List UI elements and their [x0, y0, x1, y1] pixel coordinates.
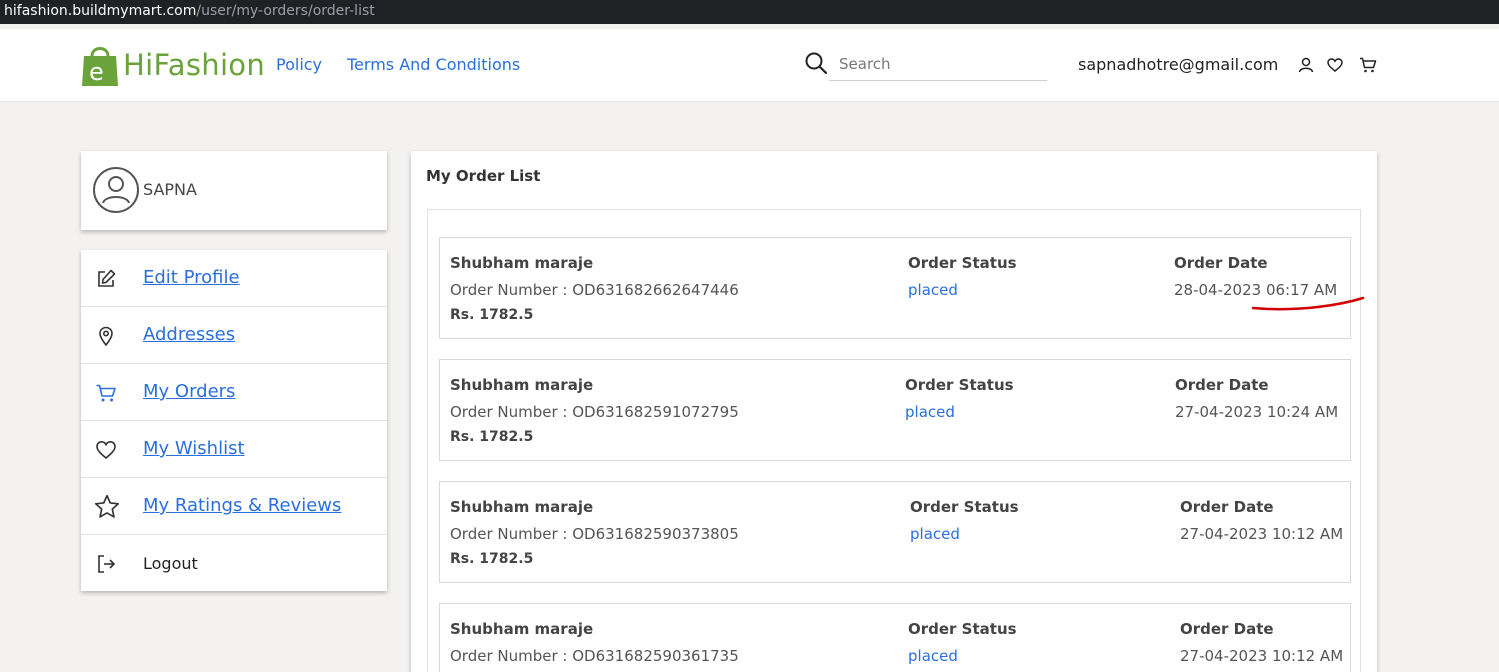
- menu-item-edit-profile[interactable]: Edit Profile: [81, 250, 387, 307]
- url-path: /user/my-orders/order-list: [196, 3, 375, 19]
- order-date-value: 27-04-2023 10:24 AM: [1175, 403, 1339, 421]
- search-input[interactable]: [829, 48, 1047, 81]
- order-status-value: placed: [910, 525, 960, 543]
- page-title: My Order List: [426, 167, 541, 185]
- order-date-label: Order Date: [1180, 498, 1274, 516]
- order-status-label: Order Status: [905, 376, 1014, 394]
- order-customer-name: Shubham maraje: [450, 498, 594, 516]
- cart-icon[interactable]: [1359, 56, 1377, 74]
- avatar-icon: [93, 167, 139, 213]
- order-status-label: Order Status: [908, 620, 1017, 638]
- account-menu: Edit Profile Addresses My Orders My Wish…: [81, 250, 387, 591]
- order-customer-name: Shubham maraje: [450, 376, 594, 394]
- order-date-value: 28-04-2023 06:17 AM: [1174, 281, 1338, 299]
- logout-icon: [98, 555, 116, 573]
- heart-icon: [96, 440, 116, 460]
- order-card[interactable]: Shubham maraje Order Number : OD63168259…: [439, 603, 1351, 672]
- order-date-label: Order Date: [1174, 254, 1268, 272]
- profile-card: SAPNA: [81, 151, 387, 230]
- nav-policy-link[interactable]: Policy: [276, 55, 322, 74]
- order-status-value: placed: [908, 281, 958, 299]
- order-date-label: Order Date: [1175, 376, 1269, 394]
- order-date-value: 27-04-2023 10:12 AM: [1180, 525, 1344, 543]
- order-date-label: Order Date: [1180, 620, 1274, 638]
- menu-label[interactable]: Edit Profile: [143, 267, 240, 288]
- order-list-panel: My Order List Shubham maraje Order Numbe…: [411, 151, 1377, 672]
- order-number: Order Number : OD631682590373805: [450, 525, 739, 543]
- user-icon[interactable]: [1297, 56, 1315, 74]
- menu-item-logout[interactable]: Logout: [81, 535, 387, 592]
- star-icon: [94, 494, 120, 518]
- browser-url-bar[interactable]: hifashion.buildmymart.com/user/my-orders…: [0, 0, 1499, 24]
- order-card[interactable]: Shubham maraje Order Number : OD63168259…: [439, 481, 1351, 583]
- order-number: Order Number : OD631682590361735: [450, 647, 739, 665]
- user-email: sapnadhotre@gmail.com: [1078, 55, 1279, 74]
- location-pin-icon: [99, 326, 113, 347]
- order-status-label: Order Status: [910, 498, 1019, 516]
- order-customer-name: Shubham maraje: [450, 254, 594, 272]
- order-customer-name: Shubham maraje: [450, 620, 594, 638]
- order-amount: Rs. 1782.5: [450, 551, 534, 567]
- order-number: Order Number : OD631682591072795: [450, 403, 739, 421]
- profile-name: SAPNA: [143, 180, 197, 199]
- site-logo[interactable]: e HiFashion: [80, 41, 265, 89]
- site-header: e HiFashion Policy Terms And Conditions …: [0, 29, 1499, 102]
- menu-label[interactable]: My Ratings & Reviews: [143, 495, 341, 516]
- shopping-bag-logo-icon: e: [82, 47, 118, 86]
- order-amount: Rs. 1782.5: [450, 429, 534, 445]
- order-card[interactable]: Shubham maraje Order Number : OD63168266…: [439, 237, 1351, 339]
- order-date-value: 27-04-2023 10:12 AM: [1180, 647, 1344, 665]
- url-host: hifashion.buildmymart.com: [4, 3, 197, 19]
- order-number: Order Number : OD631682662647446: [450, 281, 739, 299]
- menu-item-ratings-reviews[interactable]: My Ratings & Reviews: [81, 478, 387, 535]
- orders-list: Shubham maraje Order Number : OD63168266…: [427, 209, 1361, 672]
- menu-item-my-orders[interactable]: My Orders: [81, 364, 387, 421]
- cart-icon: [96, 384, 116, 402]
- order-status-value: placed: [905, 403, 955, 421]
- menu-label[interactable]: Logout: [143, 554, 198, 573]
- logo-wordmark: HiFashion: [123, 48, 266, 82]
- menu-label[interactable]: Addresses: [143, 324, 235, 345]
- search-icon[interactable]: [804, 51, 828, 75]
- svg-text:e: e: [89, 58, 104, 86]
- edit-icon: [98, 269, 116, 287]
- order-card[interactable]: Shubham maraje Order Number : OD63168259…: [439, 359, 1351, 461]
- wishlist-heart-icon[interactable]: [1326, 56, 1344, 74]
- order-status-label: Order Status: [908, 254, 1017, 272]
- menu-item-addresses[interactable]: Addresses: [81, 307, 387, 364]
- order-amount: Rs. 1782.5: [450, 307, 534, 323]
- menu-item-my-wishlist[interactable]: My Wishlist: [81, 421, 387, 478]
- menu-label[interactable]: My Wishlist: [143, 438, 245, 459]
- order-status-value: placed: [908, 647, 958, 665]
- menu-label[interactable]: My Orders: [143, 381, 235, 402]
- nav-terms-link[interactable]: Terms And Conditions: [347, 55, 520, 74]
